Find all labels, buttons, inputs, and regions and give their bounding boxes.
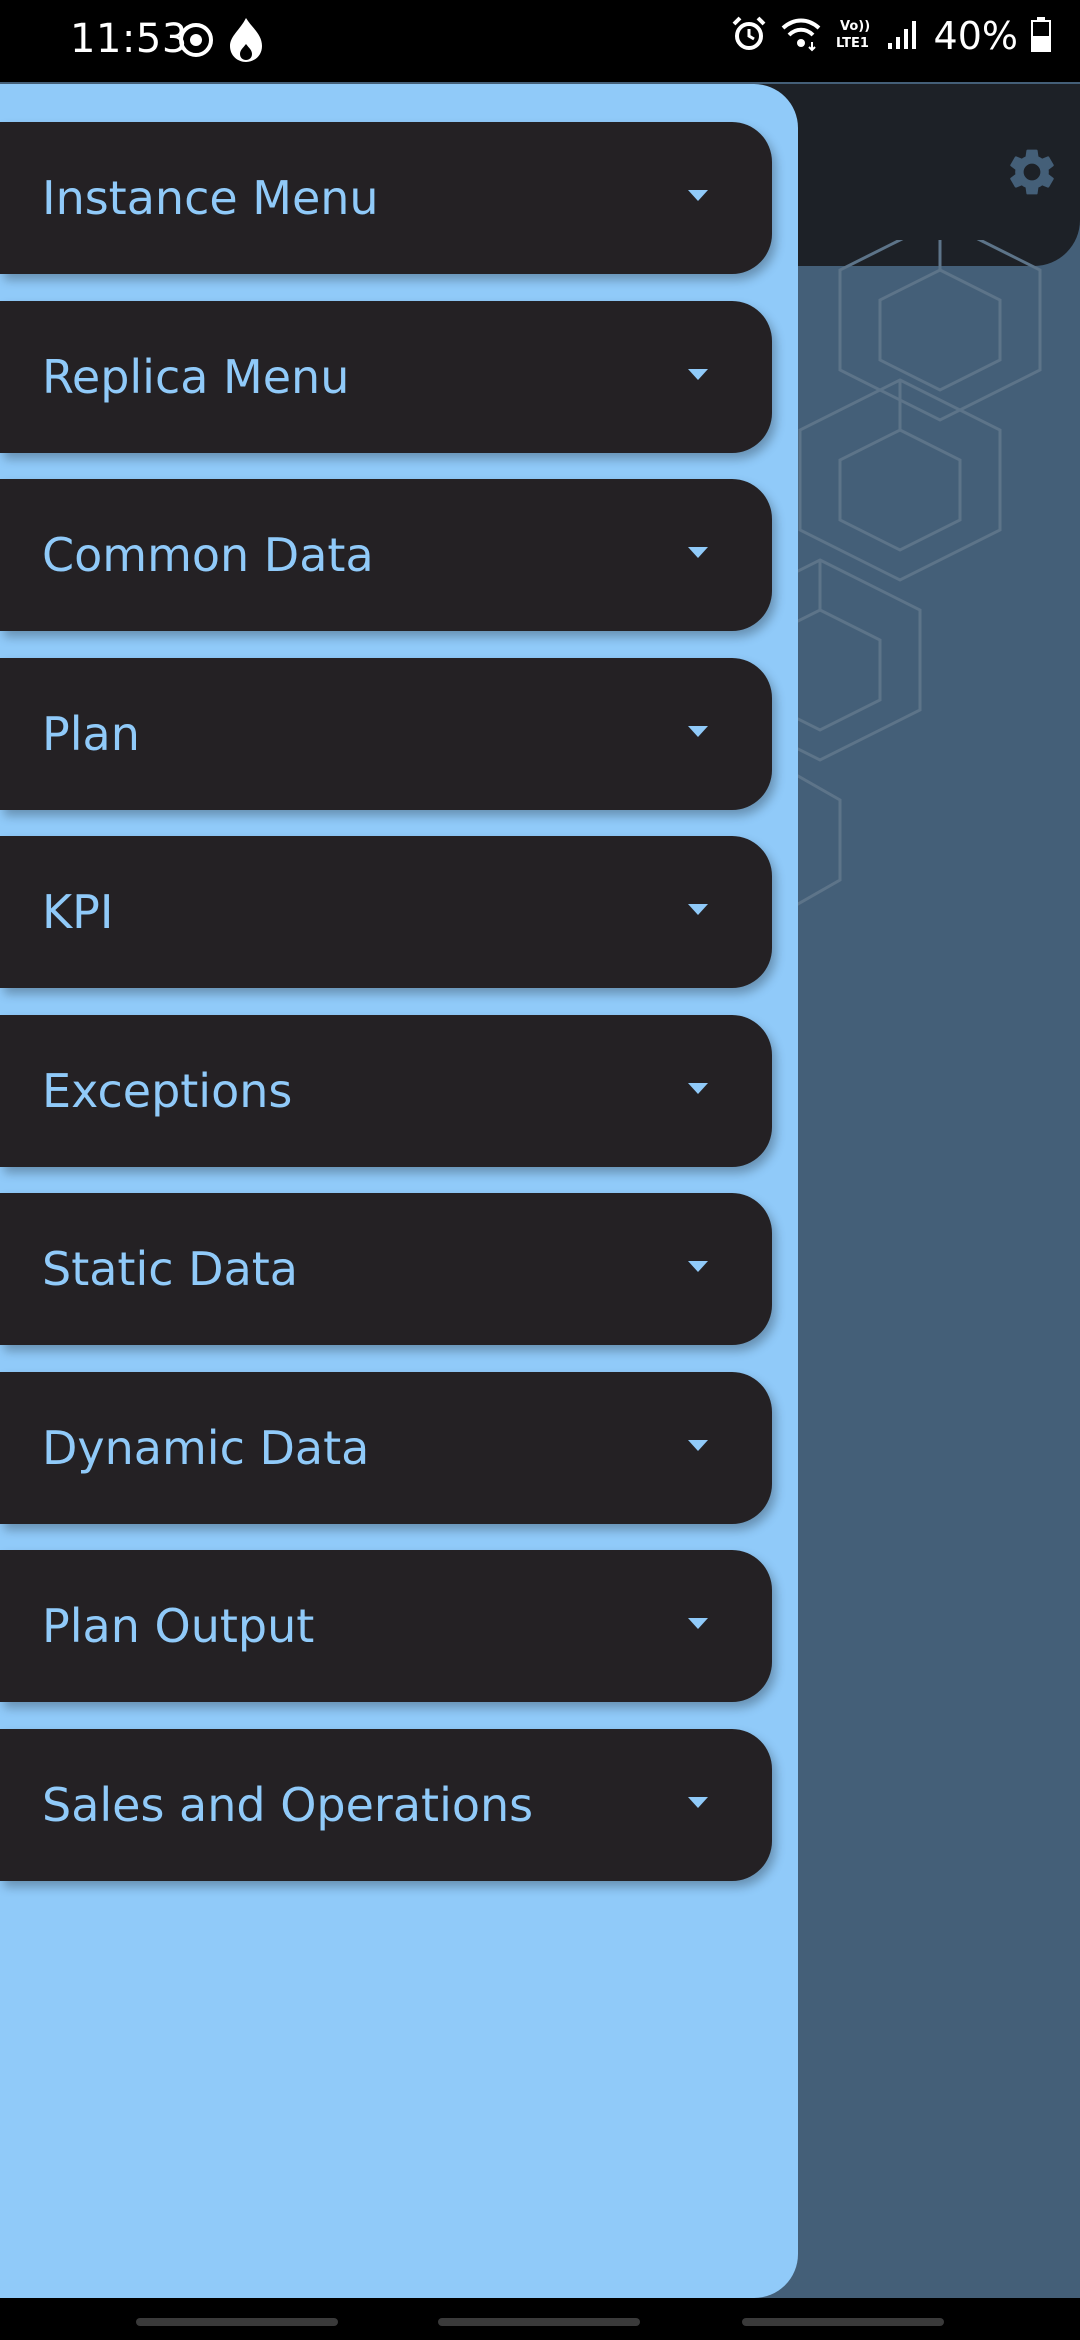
menu-item-dynamic-data[interactable]: Dynamic Data: [0, 1371, 772, 1524]
menu-item-label: Plan Output: [42, 1599, 315, 1653]
status-right-icons: Vo)) LTE1 40%: [730, 14, 1052, 58]
menu-item-sales-and-operations[interactable]: Sales and Operations: [0, 1728, 772, 1881]
menu-item-label: KPI: [42, 885, 114, 939]
system-nav-bar: [0, 2298, 1080, 2340]
menu-item-label: Exceptions: [42, 1063, 293, 1118]
menu-item-label: Dynamic Data: [42, 1420, 370, 1475]
menu-item-instance-menu[interactable]: Instance Menu: [0, 122, 772, 274]
signal-icon: [886, 17, 922, 55]
caret-down-icon: [688, 1618, 708, 1629]
menu-item-label: Plan: [42, 706, 140, 761]
caret-down-icon: [688, 190, 708, 201]
nav-home-handle[interactable]: [438, 2318, 640, 2326]
menu-item-label: Common Data: [42, 528, 374, 582]
wifi-icon: [780, 16, 822, 56]
menu-item-plan[interactable]: Plan: [0, 657, 772, 810]
battery-percent: 40%: [933, 14, 1018, 58]
navigation-drawer: Instance Menu Replica Menu Common Data P…: [0, 84, 798, 2298]
menu-item-static-data[interactable]: Static Data: [0, 1193, 772, 1345]
menu-item-replica-menu[interactable]: Replica Menu: [0, 300, 772, 453]
menu-item-kpi[interactable]: KPI: [0, 836, 772, 988]
menu-item-label: Static Data: [42, 1242, 298, 1296]
status-left-icons: [176, 16, 266, 68]
alarm-icon: [730, 15, 768, 57]
caret-down-icon: [688, 1082, 708, 1094]
menu-item-label: Replica Menu: [42, 349, 350, 404]
status-bar: 11:53 Vo)) LTE1 40%: [0, 0, 1080, 82]
battery-icon: [1030, 16, 1052, 56]
caret-down-icon: [688, 904, 708, 915]
caret-down-icon: [688, 547, 708, 558]
status-time: 11:53: [70, 16, 188, 62]
menu-item-common-data[interactable]: Common Data: [0, 479, 772, 631]
nav-back-handle[interactable]: [742, 2318, 944, 2326]
nav-recent-handle[interactable]: [136, 2318, 338, 2326]
caret-down-icon: [688, 1261, 708, 1272]
caret-down-icon: [688, 1439, 708, 1451]
caret-down-icon: [688, 1796, 708, 1808]
flame-icon: [226, 16, 266, 68]
screen: 11:53 Vo)) LTE1 40% Instance Menu Replic…: [0, 0, 1080, 2340]
target-icon: [176, 20, 216, 64]
menu-list: Instance Menu Replica Menu Common Data P…: [0, 122, 772, 1907]
caret-down-icon: [688, 368, 708, 380]
settings-icon[interactable]: [1004, 144, 1060, 200]
volte-icon: Vo)) LTE1: [834, 16, 874, 56]
menu-item-plan-output[interactable]: Plan Output: [0, 1550, 772, 1702]
menu-item-label: Sales and Operations: [42, 1777, 534, 1832]
menu-item-label: Instance Menu: [42, 171, 379, 225]
menu-item-exceptions[interactable]: Exceptions: [0, 1014, 772, 1167]
caret-down-icon: [688, 725, 708, 737]
svg-text:LTE1: LTE1: [836, 36, 869, 51]
svg-text:Vo)): Vo)): [840, 19, 870, 34]
